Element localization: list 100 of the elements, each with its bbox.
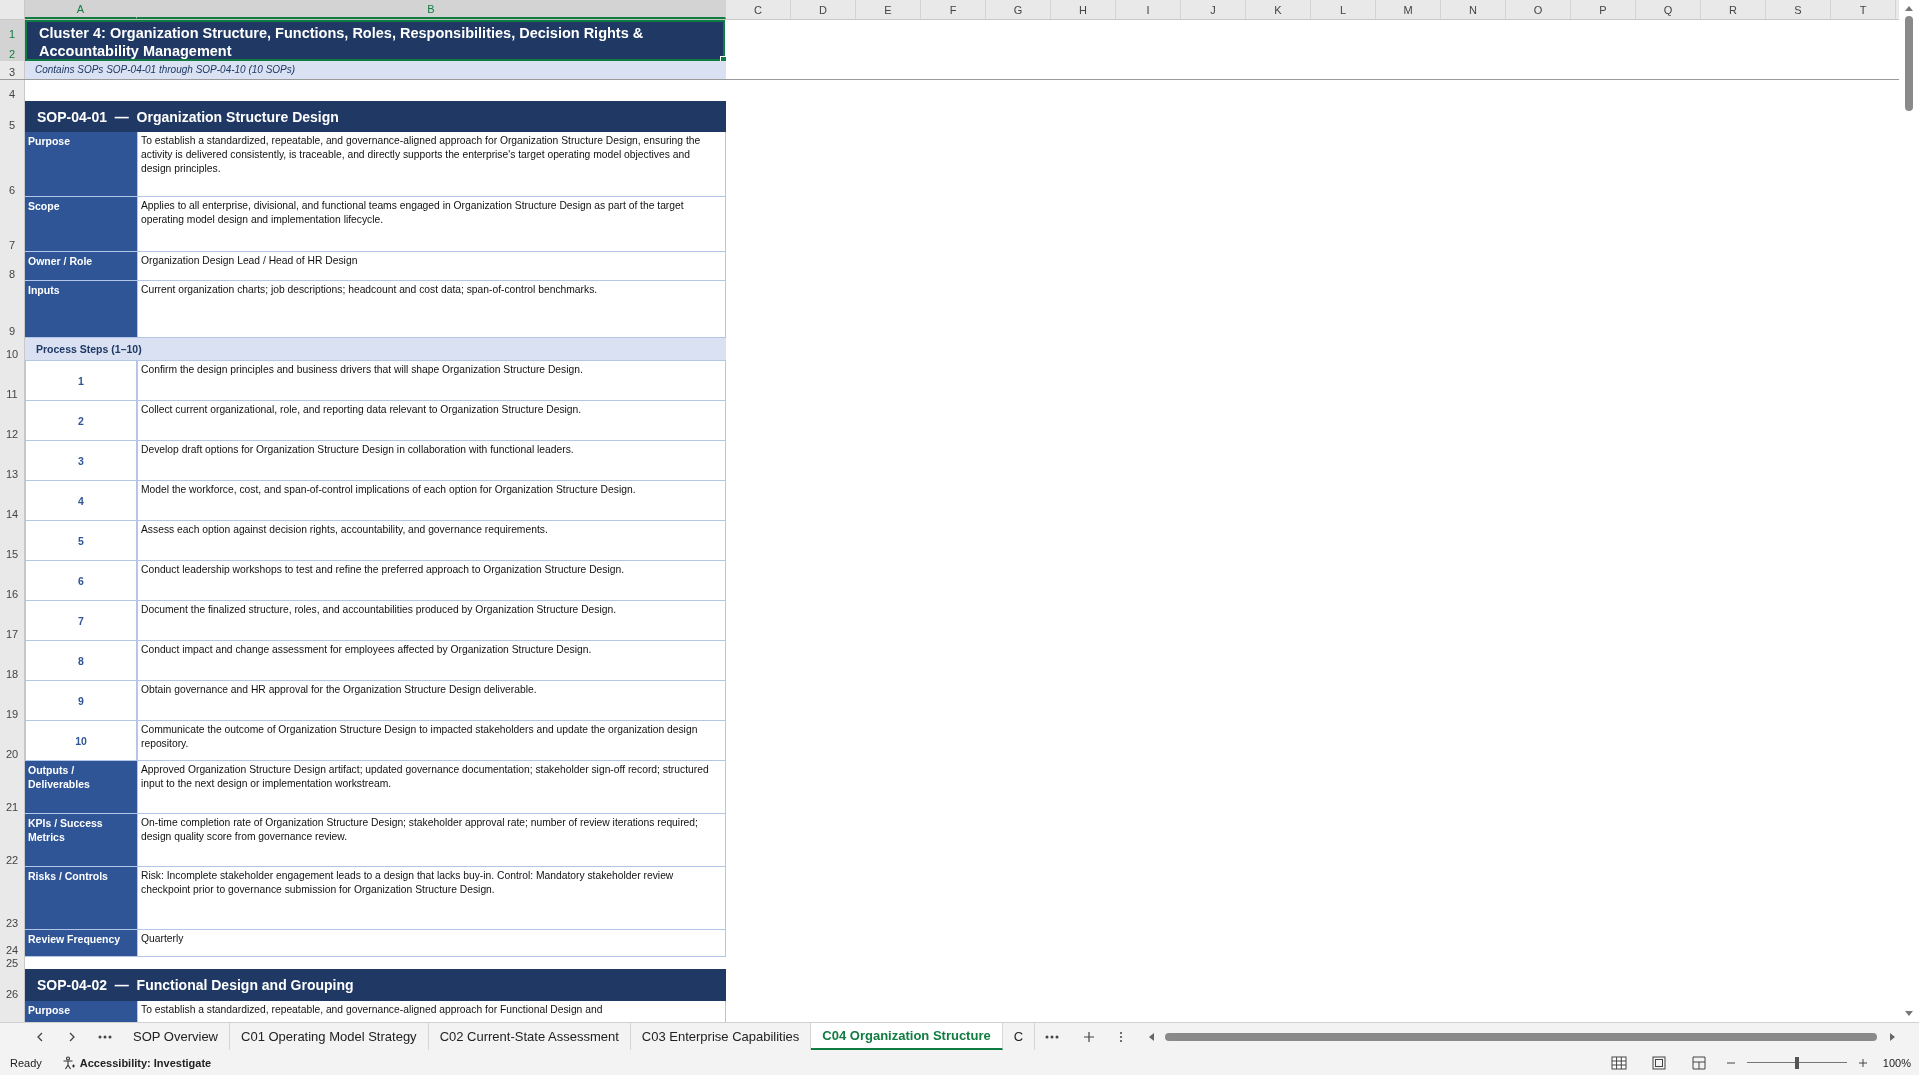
zoom-level[interactable]: 100% [1882,1056,1911,1069]
status-text: Ready [10,1056,42,1069]
column-header[interactable]: L [1311,0,1376,19]
column-header[interactable]: S [1766,0,1831,19]
step-number: 7 [25,601,137,641]
page-break-icon[interactable] [1690,1055,1707,1070]
step-number: 1 [25,361,137,401]
scroll-thumb[interactable] [1165,1032,1877,1041]
step-number: 9 [25,681,137,721]
step-number: 2 [25,401,137,441]
field-label: Inputs [25,281,137,338]
column-header[interactable]: O [1506,0,1571,19]
vertical-dots-icon[interactable] [1119,1030,1124,1043]
step-number: 8 [25,641,137,681]
row-number[interactable]: 6 [0,132,24,197]
field-label: Purpose [25,132,137,197]
scroll-down-icon[interactable] [1904,1010,1914,1018]
field-value: Approved Organization Structure Design artifact; updated governance documentation; stakeholder sign-off record; structured input to the next design or implementation workstream. [137,761,726,814]
column-header[interactable]: B [137,0,726,19]
column-header[interactable]: H [1051,0,1116,19]
field-value: Risk: Incomplete stakeholder engagement leads to a design that lacks buy-in. Control: Mandatory stakeholder review checkpoint prior to governance submission for Organization Structure Design. [137,867,726,930]
column-header[interactable]: I [1116,0,1181,19]
row-number[interactable]: 22 [0,814,24,867]
step-number: 5 [25,521,137,561]
column-header[interactable]: D [791,0,856,19]
row-number[interactable]: 17 [0,601,24,641]
more-icon[interactable] [98,1034,112,1039]
step-number: 6 [25,561,137,601]
add-sheet-icon[interactable] [1083,1030,1096,1043]
sop-header: SOP-04-01 — Organization Structure Design [25,101,726,132]
column-header[interactable]: Q [1636,0,1701,19]
more-icon[interactable] [1045,1034,1060,1039]
page-layout-icon[interactable] [1650,1055,1667,1070]
field-value: Organization Design Lead / Head of HR Design [137,252,726,281]
subtitle-cell: Contains SOPs SOP-04-01 through SOP-04-10 (10 SOPs) [25,61,726,79]
scroll-left-icon[interactable] [1147,1031,1156,1042]
column-header[interactable]: G [986,0,1051,19]
step-number: 4 [25,481,137,521]
scroll-right-icon[interactable] [1889,1031,1897,1042]
row-number[interactable]: 7 [0,197,24,252]
scroll-up-icon[interactable] [1904,4,1914,12]
row-number[interactable]: 3 [0,61,24,79]
field-value: On-time completion rate of Organization Structure Design; stakeholder approval rate; number of review iterations required; design quality score from governance review. [137,814,726,867]
row-number[interactable]: 1 [0,20,24,41]
step-text: Document the finalized structure, roles, and accountabilities produced by Organization Structure Design. [137,601,726,641]
step-text: Assess each option against decision rights, accountability, and governance requirements. [137,521,726,561]
row-number[interactable]: 19 [0,681,24,721]
row-number[interactable]: 15 [0,521,24,561]
row-number[interactable]: 4 [0,80,24,101]
zoom-in-icon[interactable] [1857,1057,1868,1068]
sop-header: SOP-04-02 — Functional Design and Grouping [25,969,726,1001]
column-header[interactable]: J [1181,0,1246,19]
column-header[interactable]: F [921,0,986,19]
step-text: Obtain governance and HR approval for the Organization Structure Design deliverable. [137,681,726,721]
row-number[interactable]: 14 [0,481,24,521]
accessibility-icon[interactable] [61,1055,76,1070]
row-number[interactable]: 13 [0,441,24,481]
row-number[interactable]: 20 [0,721,24,761]
sheet-tab[interactable]: C04 Organization Structure [811,1023,1003,1050]
row-number[interactable]: 16 [0,561,24,601]
zoom-slider-thumb[interactable] [1794,1056,1799,1069]
step-text: Communicate the outcome of Organization Structure Design to impacted stakeholders and update the organization design repository. [137,721,726,761]
row-number[interactable]: 2 [0,40,24,61]
column-header[interactable]: N [1441,0,1506,19]
step-text: Conduct leadership workshops to test and refine the preferred approach to Organization Structure Design. [137,561,726,601]
row-number[interactable]: 23 [0,867,24,930]
row-number[interactable]: 26 [0,969,24,1001]
cluster-title[interactable]: Cluster 4: Organization Structure, Functions, Roles, Responsibilities, Decision Rights & Accountability Management [25,20,725,61]
column-header[interactable]: C [726,0,791,19]
field-label: Scope [25,197,137,252]
row-number[interactable]: 24 [0,930,24,957]
fill-handle[interactable] [720,56,727,61]
field-value: Applies to all enterprise, divisional, and functional teams engaged in Organization Structure Design as part of the target operating model design and implementation lifecycle. [137,197,726,252]
column-header[interactable]: A [25,0,137,19]
row-number[interactable]: 12 [0,401,24,441]
column-header[interactable]: R [1701,0,1766,19]
column-header[interactable]: P [1571,0,1636,19]
row-number[interactable]: 5 [0,101,24,132]
field-label: KPIs / Success Metrics [25,814,137,867]
row-number[interactable]: 9 [0,281,24,338]
row-number[interactable]: 21 [0,761,24,814]
row-number[interactable]: 8 [0,252,24,281]
normal-view-icon[interactable] [1610,1055,1627,1070]
column-header[interactable]: K [1246,0,1311,19]
column-header[interactable]: E [856,0,921,19]
accessibility-status[interactable]: Accessibility: Investigate [79,1056,212,1069]
field-label: Purpose [25,1001,137,1022]
field-label: Risks / Controls [25,867,137,930]
field-label: Outputs / Deliverables [25,761,137,814]
column-header[interactable]: M [1376,0,1441,19]
row-number[interactable]: 18 [0,641,24,681]
row-number[interactable]: 10 [0,338,24,361]
row-number[interactable]: 11 [0,361,24,401]
row-number[interactable]: 25 [0,957,24,969]
scroll-thumb[interactable] [1905,16,1913,111]
step-text: Confirm the design principles and business drivers that will shape Organization Structure Design. [137,361,726,401]
step-text: Collect current organizational, role, and reporting data relevant to Organization Structure Design. [137,401,726,441]
step-number: 3 [25,441,137,481]
field-value: Quarterly [137,930,726,957]
column-header[interactable]: T [1831,0,1896,19]
